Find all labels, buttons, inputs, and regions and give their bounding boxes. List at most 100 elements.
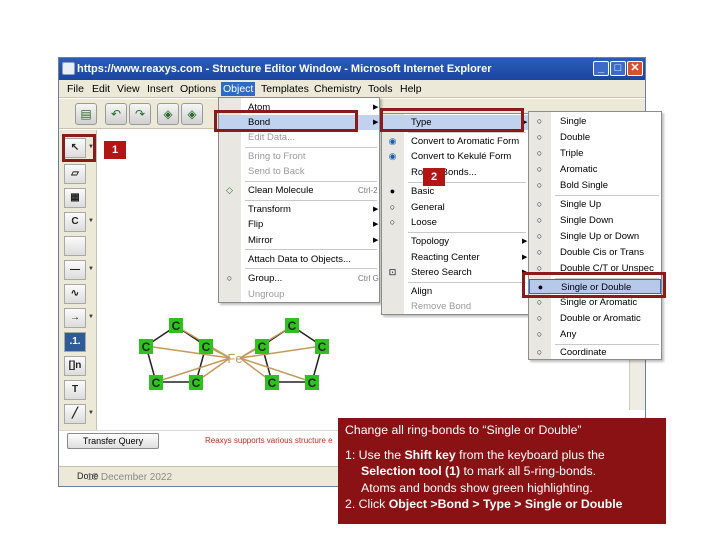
- type-item[interactable]: ○ Aromatic: [529, 162, 661, 177]
- menu-view[interactable]: View: [115, 82, 142, 96]
- menu-chemistry[interactable]: Chemistry: [312, 82, 363, 96]
- bracket-tool[interactable]: []n: [64, 356, 86, 376]
- arrow-tool-icon[interactable]: →: [64, 308, 86, 328]
- menu-item-label: Single Up or Down: [560, 231, 640, 242]
- type-item[interactable]: ○ Triple: [529, 146, 661, 161]
- eraser-icon[interactable]: ▱: [64, 164, 86, 184]
- menu-item-align[interactable]: Align: [382, 284, 528, 299]
- transfer-query-button[interactable]: Transfer Query: [67, 433, 159, 449]
- radio-icon: ○: [536, 247, 543, 257]
- blank-tool-icon[interactable]: [64, 236, 86, 256]
- undo-icon[interactable]: ↶: [105, 103, 127, 125]
- menu-item-rotate-bonds[interactable]: Rotate Bonds...: [382, 165, 528, 180]
- window-titlebar: https://www.reaxys.com - Structure Edito…: [59, 58, 645, 80]
- type-item[interactable]: ○ Coordinate: [529, 345, 661, 360]
- menu-item-general[interactable]: ○ General: [382, 200, 528, 215]
- menu-item-label: Ungroup: [248, 289, 285, 300]
- type-item[interactable]: ○ Single Down: [529, 213, 661, 228]
- type-item[interactable]: ○ Double Cis or Trans: [529, 245, 661, 260]
- menu-item-topology[interactable]: Topology ▶: [382, 234, 528, 249]
- chain-tool-icon[interactable]: ∿: [64, 284, 86, 304]
- chevron-down-icon[interactable]: ▼: [88, 266, 94, 272]
- menu-item-basic[interactable]: ● Basic: [382, 184, 528, 199]
- charge-tool[interactable]: .1.: [64, 332, 86, 352]
- radio-icon: ○: [389, 202, 396, 212]
- menu-item-stereo-search[interactable]: ⊡ Stereo Search ▶: [382, 265, 528, 280]
- callout-step2: 2. Click Object >Bond > Type > Single or…: [345, 496, 659, 513]
- radio-icon: ○: [536, 297, 543, 307]
- menu-item-send-to-back[interactable]: Send to Back: [219, 164, 379, 179]
- menubar: File Edit View Insert Options Object Tem…: [59, 80, 645, 98]
- menu-item-ungroup[interactable]: Ungroup: [219, 287, 379, 302]
- line-tool-icon[interactable]: ╱: [64, 404, 86, 424]
- menu-templates[interactable]: Templates: [259, 82, 311, 96]
- menu-item-reacting-center[interactable]: Reacting Center ▶: [382, 250, 528, 265]
- menu-separator: [245, 200, 377, 201]
- menu-separator: [408, 232, 526, 233]
- menu-item-label: Double Cis or Trans: [560, 247, 644, 258]
- carbon-atom-tool[interactable]: C: [64, 212, 86, 232]
- menu-item-label: Attach Data to Objects...: [248, 254, 351, 265]
- menu-item-label: Reacting Center: [411, 252, 480, 263]
- menu-item-attach-data[interactable]: Attach Data to Objects...: [219, 252, 379, 267]
- type-item[interactable]: ○ Any: [529, 327, 661, 342]
- type-item[interactable]: ○ Double: [529, 130, 661, 145]
- type-item[interactable]: ○ Single Up: [529, 197, 661, 212]
- chevron-down-icon[interactable]: ▼: [88, 218, 94, 224]
- menu-item-label: Aromatic: [560, 164, 598, 175]
- atom-palette-icon[interactable]: ▦: [64, 188, 86, 208]
- slide: https://www.reaxys.com - Structure Edito…: [0, 0, 720, 540]
- menu-item-convert-aromatic[interactable]: ◉ Convert to Aromatic Form: [382, 134, 528, 149]
- type-item[interactable]: ○ Double or Aromatic: [529, 311, 661, 326]
- type-item[interactable]: ○ Single: [529, 114, 661, 129]
- menu-file[interactable]: File: [65, 82, 86, 96]
- single-or-double-highlight: [522, 272, 666, 298]
- menu-item-mirror[interactable]: Mirror ▶: [219, 233, 379, 248]
- menu-item-group[interactable]: ○ Group... Ctrl G: [219, 271, 379, 286]
- minimize-button[interactable]: _: [593, 61, 609, 76]
- iron-atom-label: Fe: [227, 351, 242, 366]
- template2-icon[interactable]: ◈: [181, 103, 203, 125]
- callout-step1-line3: Atoms and bonds show green highlighting.: [361, 480, 593, 495]
- menu-options[interactable]: Options: [178, 82, 218, 96]
- window-title: https://www.reaxys.com - Structure Edito…: [77, 63, 492, 75]
- menu-item-remove-bond[interactable]: Remove Bond: [382, 299, 528, 314]
- callout-text: 2. Click: [345, 497, 389, 511]
- type-item[interactable]: ○ Single Up or Down: [529, 229, 661, 244]
- menu-object[interactable]: Object: [221, 82, 256, 96]
- bond-tool-icon[interactable]: —: [64, 260, 86, 280]
- menu-item-bring-to-front[interactable]: Bring to Front: [219, 149, 379, 164]
- menu-insert[interactable]: Insert: [145, 82, 175, 96]
- menu-item-transform[interactable]: Transform ▶: [219, 202, 379, 217]
- type-item[interactable]: ○ Bold Single: [529, 178, 661, 193]
- text-tool-icon[interactable]: T: [64, 380, 86, 400]
- print-icon[interactable]: ▤: [75, 103, 97, 125]
- menu-item-edit-data[interactable]: Edit Data...: [219, 130, 379, 145]
- menu-item-label: Convert to Aromatic Form: [411, 136, 520, 147]
- menu-item-loose[interactable]: ○ Loose: [382, 215, 528, 230]
- radio-icon: ○: [536, 215, 543, 225]
- close-button[interactable]: ✕: [627, 61, 643, 76]
- selection-tool-highlight: [62, 134, 96, 162]
- menu-item-convert-kekule[interactable]: ◉ Convert to Kekulé Form: [382, 149, 528, 164]
- menu-item-clean-molecule[interactable]: ◇ Clean Molecule Ctrl-2: [219, 183, 379, 198]
- support-text: Reaxys supports various structure e: [205, 436, 333, 445]
- atom-label: C: [268, 376, 277, 390]
- callout-bold: Selection tool (1): [361, 464, 461, 478]
- template-icon[interactable]: ◈: [157, 103, 179, 125]
- redo-icon[interactable]: ↷: [129, 103, 151, 125]
- menu-separator: [245, 268, 377, 269]
- chevron-down-icon[interactable]: ▼: [88, 410, 94, 416]
- maximize-button[interactable]: □: [610, 61, 626, 76]
- chevron-down-icon[interactable]: ▼: [88, 314, 94, 320]
- menu-help[interactable]: Help: [398, 82, 424, 96]
- menu-item-label: Double: [560, 132, 591, 143]
- radio-icon: ○: [536, 199, 543, 209]
- submenu-arrow-icon: ▶: [373, 221, 379, 228]
- menu-edit[interactable]: Edit: [90, 82, 112, 96]
- clean-icon: ◇: [226, 185, 233, 195]
- radio-icon: ○: [536, 231, 543, 241]
- radio-icon: ○: [389, 217, 396, 227]
- menu-tools[interactable]: Tools: [366, 82, 395, 96]
- menu-item-flip[interactable]: Flip ▶: [219, 217, 379, 232]
